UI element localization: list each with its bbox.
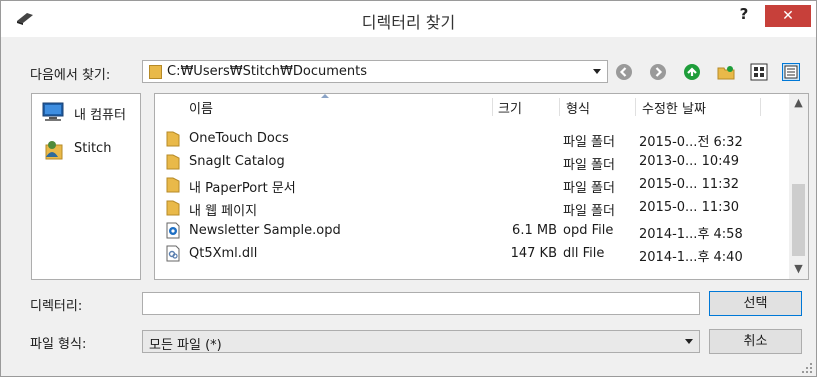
- folder-icon: [149, 65, 162, 79]
- file-list: 이름 크기 형식 수정한 날짜 OneTouch Docs 파일 폴더 2015…: [154, 93, 809, 280]
- file-type: 파일 폴더: [563, 204, 615, 219]
- scroll-down-icon[interactable]: ▼: [789, 262, 808, 279]
- directory-label: 디렉터리:: [30, 299, 83, 314]
- column-header-date[interactable]: 수정한 날짜: [642, 94, 762, 118]
- places-sidebar: 내 컴퓨터 Stitch: [31, 93, 141, 280]
- file-date: 2015-0... 11:30: [639, 200, 740, 215]
- column-header-name[interactable]: 이름: [189, 94, 489, 118]
- column-header-type[interactable]: 형식: [566, 94, 626, 118]
- file-type-combo[interactable]: 모든 파일 (*): [142, 330, 700, 353]
- folder-icon: [166, 199, 180, 216]
- cancel-button[interactable]: 취소: [709, 329, 802, 354]
- directory-input[interactable]: [142, 292, 700, 315]
- file-type: 파일 폴더: [563, 181, 615, 196]
- opd-file-icon: [166, 222, 180, 239]
- resize-grip-icon[interactable]: [802, 362, 812, 373]
- column-divider[interactable]: [635, 98, 636, 116]
- directory-dialog: 디렉터리 찾기 ? ✕ 다음에서 찾기: C:₩Users₩Stitch₩Doc…: [0, 0, 817, 377]
- sidebar-item-label: 내 컴퓨터: [74, 108, 126, 123]
- folder-icon: [166, 153, 180, 170]
- sidebar-item-stitch[interactable]: Stitch: [38, 139, 138, 161]
- back-icon[interactable]: [615, 63, 633, 81]
- window-title: 디렉터리 찾기: [361, 13, 456, 32]
- table-row[interactable]: Qt5Xml.dll 147 KB dll File 2014-1...후 4:…: [155, 243, 783, 266]
- file-date: 2014-1...후 4:40: [639, 250, 743, 265]
- help-button[interactable]: ?: [733, 5, 755, 27]
- scroll-thumb[interactable]: [792, 184, 805, 256]
- file-name: SnagIt Catalog: [189, 154, 285, 169]
- column-divider[interactable]: [492, 98, 493, 116]
- table-row[interactable]: Newsletter Sample.opd 6.1 MB opd File 20…: [155, 220, 783, 243]
- look-in-path: C:₩Users₩Stitch₩Documents: [167, 64, 367, 79]
- file-name: OneTouch Docs: [189, 131, 289, 146]
- close-button[interactable]: ✕: [765, 5, 811, 27]
- dll-file-icon: [166, 245, 180, 262]
- file-type: dll File: [563, 246, 605, 261]
- file-type: opd File: [563, 223, 614, 238]
- table-row[interactable]: OneTouch Docs 파일 폴더 2015-0...전 6:32: [155, 128, 783, 151]
- sidebar-item-label: Stitch: [74, 141, 112, 156]
- folder-icon: [166, 130, 180, 147]
- table-row[interactable]: 내 PaperPort 문서 파일 폴더 2015-0... 11:32: [155, 174, 783, 197]
- file-name: Newsletter Sample.opd: [189, 223, 341, 238]
- list-view-icon[interactable]: [750, 63, 768, 81]
- column-divider[interactable]: [559, 98, 560, 116]
- file-size: 6.1 MB: [512, 223, 557, 238]
- sidebar-item-my-computer[interactable]: 내 컴퓨터: [38, 102, 138, 124]
- chevron-down-icon: [685, 339, 693, 344]
- look-in-label: 다음에서 찾기:: [30, 68, 111, 83]
- title-bar: 디렉터리 찾기 ? ✕: [1, 1, 816, 37]
- new-folder-icon[interactable]: [717, 63, 735, 81]
- user-folder-icon: [40, 139, 66, 165]
- table-row[interactable]: SnagIt Catalog 파일 폴더 2013-0... 10:49: [155, 151, 783, 174]
- detail-view-icon[interactable]: [782, 63, 800, 81]
- folder-icon: [166, 176, 180, 193]
- file-date: 2015-0...전 6:32: [639, 135, 743, 150]
- file-date: 2014-1...후 4:58: [639, 227, 743, 242]
- file-type: 파일 폴더: [563, 158, 615, 173]
- scroll-up-icon[interactable]: ▲: [789, 96, 808, 113]
- chevron-down-icon: [593, 69, 601, 74]
- look-in-combo[interactable]: C:₩Users₩Stitch₩Documents: [142, 60, 608, 83]
- select-button[interactable]: 선택: [709, 291, 802, 316]
- file-name: 내 PaperPort 문서: [189, 181, 296, 196]
- file-type-label: 파일 형식:: [30, 337, 87, 352]
- file-size: 147 KB: [510, 246, 557, 261]
- column-divider[interactable]: [760, 98, 761, 116]
- file-date: 2013-0... 10:49: [639, 154, 740, 169]
- file-type-value: 모든 파일 (*): [149, 338, 222, 353]
- computer-icon: [40, 102, 66, 126]
- forward-icon[interactable]: [649, 63, 667, 81]
- vertical-scrollbar[interactable]: ▲ ▼: [789, 94, 808, 279]
- file-type: 파일 폴더: [563, 135, 615, 150]
- file-name: 내 웹 페이지: [189, 204, 258, 219]
- column-header-size[interactable]: 크기: [498, 94, 558, 118]
- file-date: 2015-0... 11:32: [639, 177, 740, 192]
- file-name: Qt5Xml.dll: [189, 246, 258, 261]
- table-row[interactable]: 내 웹 페이지 파일 폴더 2015-0... 11:30: [155, 197, 783, 220]
- up-folder-icon[interactable]: [683, 63, 701, 81]
